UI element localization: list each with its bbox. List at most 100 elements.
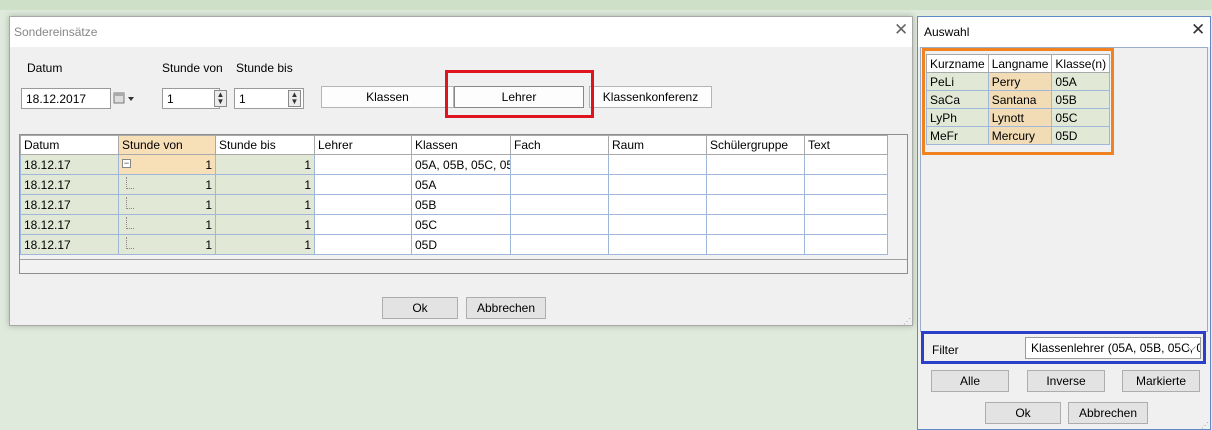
grid-bottom-separator	[20, 259, 907, 260]
lehrer-highlight-box	[445, 70, 594, 118]
cell-stunde-von[interactable]: 1	[118, 194, 216, 215]
cell-text[interactable]	[804, 174, 888, 195]
tab-klassenkonferenz[interactable]: Klassenkonferenz	[589, 86, 712, 108]
cell-lehrer[interactable]	[314, 154, 412, 175]
cell-lehrer[interactable]	[314, 174, 412, 195]
cell-lehrer[interactable]	[314, 194, 412, 215]
collapse-icon[interactable]: −	[122, 159, 131, 168]
cell-text[interactable]	[804, 194, 888, 215]
cell-text[interactable]	[804, 234, 888, 255]
stunde-bis-spinner-icon[interactable]: ▲ ▼	[288, 90, 301, 107]
cell-klassen[interactable]: 05A	[411, 174, 511, 195]
col-header-datum[interactable]: Datum	[20, 135, 119, 155]
cell-stunde-von-value: 1	[205, 237, 212, 252]
cell-klassen[interactable]: 05C	[411, 214, 511, 235]
table-row[interactable]: 18.12.17 1 1 05A	[20, 174, 888, 195]
datum-field[interactable]: 18.12.2017	[21, 88, 111, 109]
datum-label: Datum	[27, 61, 63, 75]
cell-datum[interactable]: 18.12.17	[20, 214, 119, 235]
cell-fach[interactable]	[510, 194, 609, 215]
cell-stunde-von[interactable]: −1	[118, 154, 216, 175]
col-header-klassen[interactable]: Klassen	[411, 135, 511, 155]
dialog-close-icon[interactable]: ✕	[894, 21, 908, 39]
sondereinsaetze-grid[interactable]: Datum Stunde von Stunde bis Lehrer Klass…	[19, 134, 908, 274]
tab-klassen[interactable]: Klassen	[321, 86, 454, 108]
cell-text[interactable]	[804, 214, 888, 235]
cell-raum[interactable]	[608, 194, 707, 215]
cell-stunde-von[interactable]: 1	[118, 214, 216, 235]
inverse-button[interactable]: Inverse	[1027, 370, 1105, 392]
ok-button[interactable]: Ok	[382, 297, 458, 319]
tree-line-icon	[126, 237, 134, 249]
tree-line-icon	[126, 217, 134, 229]
col-header-stunde-bis[interactable]: Stunde bis	[215, 135, 315, 155]
cell-stunde-bis[interactable]: 1	[215, 154, 315, 175]
cell-fach[interactable]	[510, 174, 609, 195]
cell-stunde-bis[interactable]: 1	[215, 214, 315, 235]
table-row[interactable]: 18.12.17 −1 1 05A, 05B, 05C, 05D	[20, 154, 888, 175]
cell-raum[interactable]	[608, 174, 707, 195]
col-header-text[interactable]: Text	[804, 135, 888, 155]
background-strip	[0, 0, 1212, 10]
cell-schuelergruppe[interactable]	[706, 194, 805, 215]
markierte-button[interactable]: Markierte	[1122, 370, 1200, 392]
cell-schuelergruppe[interactable]	[706, 234, 805, 255]
cell-klassen[interactable]: 05D	[411, 234, 511, 255]
cell-datum[interactable]: 18.12.17	[20, 154, 119, 175]
cell-raum[interactable]	[608, 154, 707, 175]
alle-button[interactable]: Alle	[931, 370, 1009, 392]
col-header-raum[interactable]: Raum	[608, 135, 707, 155]
panel-title: Auswahl	[924, 25, 970, 39]
cell-schuelergruppe[interactable]	[706, 214, 805, 235]
resize-grip-icon[interactable]: ⋰	[903, 317, 911, 326]
selection-highlight-box	[922, 48, 1114, 155]
cell-lehrer[interactable]	[314, 214, 412, 235]
cell-stunde-bis[interactable]: 1	[215, 174, 315, 195]
table-row[interactable]: 18.12.17 1 1 05B	[20, 194, 888, 215]
col-header-schuelergruppe[interactable]: Schülergruppe	[706, 135, 805, 155]
panel-abbrechen-button[interactable]: Abbrechen	[1068, 402, 1148, 424]
panel-resize-grip-icon[interactable]: ⋰	[1201, 421, 1209, 430]
cell-raum[interactable]	[608, 234, 707, 255]
cell-stunde-bis[interactable]: 1	[215, 194, 315, 215]
dialog-titlebar: Sondereinsätze ✕	[10, 17, 912, 47]
cell-stunde-bis[interactable]: 1	[215, 234, 315, 255]
panel-close-icon[interactable]: ✕	[1191, 21, 1205, 39]
cell-klassen[interactable]: 05B	[411, 194, 511, 215]
cell-fach[interactable]	[510, 154, 609, 175]
table-row[interactable]: 18.12.17 1 1 05C	[20, 214, 888, 235]
tree-line-icon	[126, 177, 134, 189]
col-header-stunde-von[interactable]: Stunde von	[118, 135, 216, 155]
sondereinsaetze-dialog: Sondereinsätze ✕ Datum 18.12.2017 Stunde…	[9, 16, 913, 326]
abbrechen-button[interactable]: Abbrechen	[466, 297, 546, 319]
cell-raum[interactable]	[608, 214, 707, 235]
cell-schuelergruppe[interactable]	[706, 154, 805, 175]
col-header-lehrer[interactable]: Lehrer	[314, 135, 412, 155]
tree-line-icon	[126, 197, 134, 209]
table-row[interactable]: 18.12.17 1 1 05D	[20, 234, 888, 255]
grid-table: Datum Stunde von Stunde bis Lehrer Klass…	[20, 135, 888, 255]
cell-stunde-von-value: 1	[205, 197, 212, 212]
cell-text[interactable]	[804, 154, 888, 175]
stunde-von-label: Stunde von	[162, 61, 223, 75]
auswahl-panel: Auswahl ✕ Kurzname Langname Klasse(n) Pe…	[917, 16, 1211, 430]
stunde-von-spinner-icon[interactable]: ▲ ▼	[214, 90, 227, 107]
cell-fach[interactable]	[510, 214, 609, 235]
cell-stunde-von-value: 1	[205, 157, 212, 172]
cell-fach[interactable]	[510, 234, 609, 255]
col-header-fach[interactable]: Fach	[510, 135, 609, 155]
cell-stunde-von[interactable]: 1	[118, 234, 216, 255]
cell-schuelergruppe[interactable]	[706, 174, 805, 195]
stunde-von-input[interactable]: 1	[162, 88, 220, 109]
calendar-dropdown-button[interactable]	[112, 88, 142, 109]
selection-list-area[interactable]: Kurzname Langname Klasse(n) PeLi Perry 0…	[920, 47, 1208, 332]
cell-stunde-von[interactable]: 1	[118, 174, 216, 195]
calendar-icon	[113, 92, 134, 104]
grid-header-row: Datum Stunde von Stunde bis Lehrer Klass…	[20, 135, 888, 155]
panel-ok-button[interactable]: Ok	[985, 402, 1061, 424]
cell-klassen[interactable]: 05A, 05B, 05C, 05D	[411, 154, 511, 175]
cell-datum[interactable]: 18.12.17	[20, 234, 119, 255]
cell-lehrer[interactable]	[314, 234, 412, 255]
cell-datum[interactable]: 18.12.17	[20, 174, 119, 195]
cell-datum[interactable]: 18.12.17	[20, 194, 119, 215]
